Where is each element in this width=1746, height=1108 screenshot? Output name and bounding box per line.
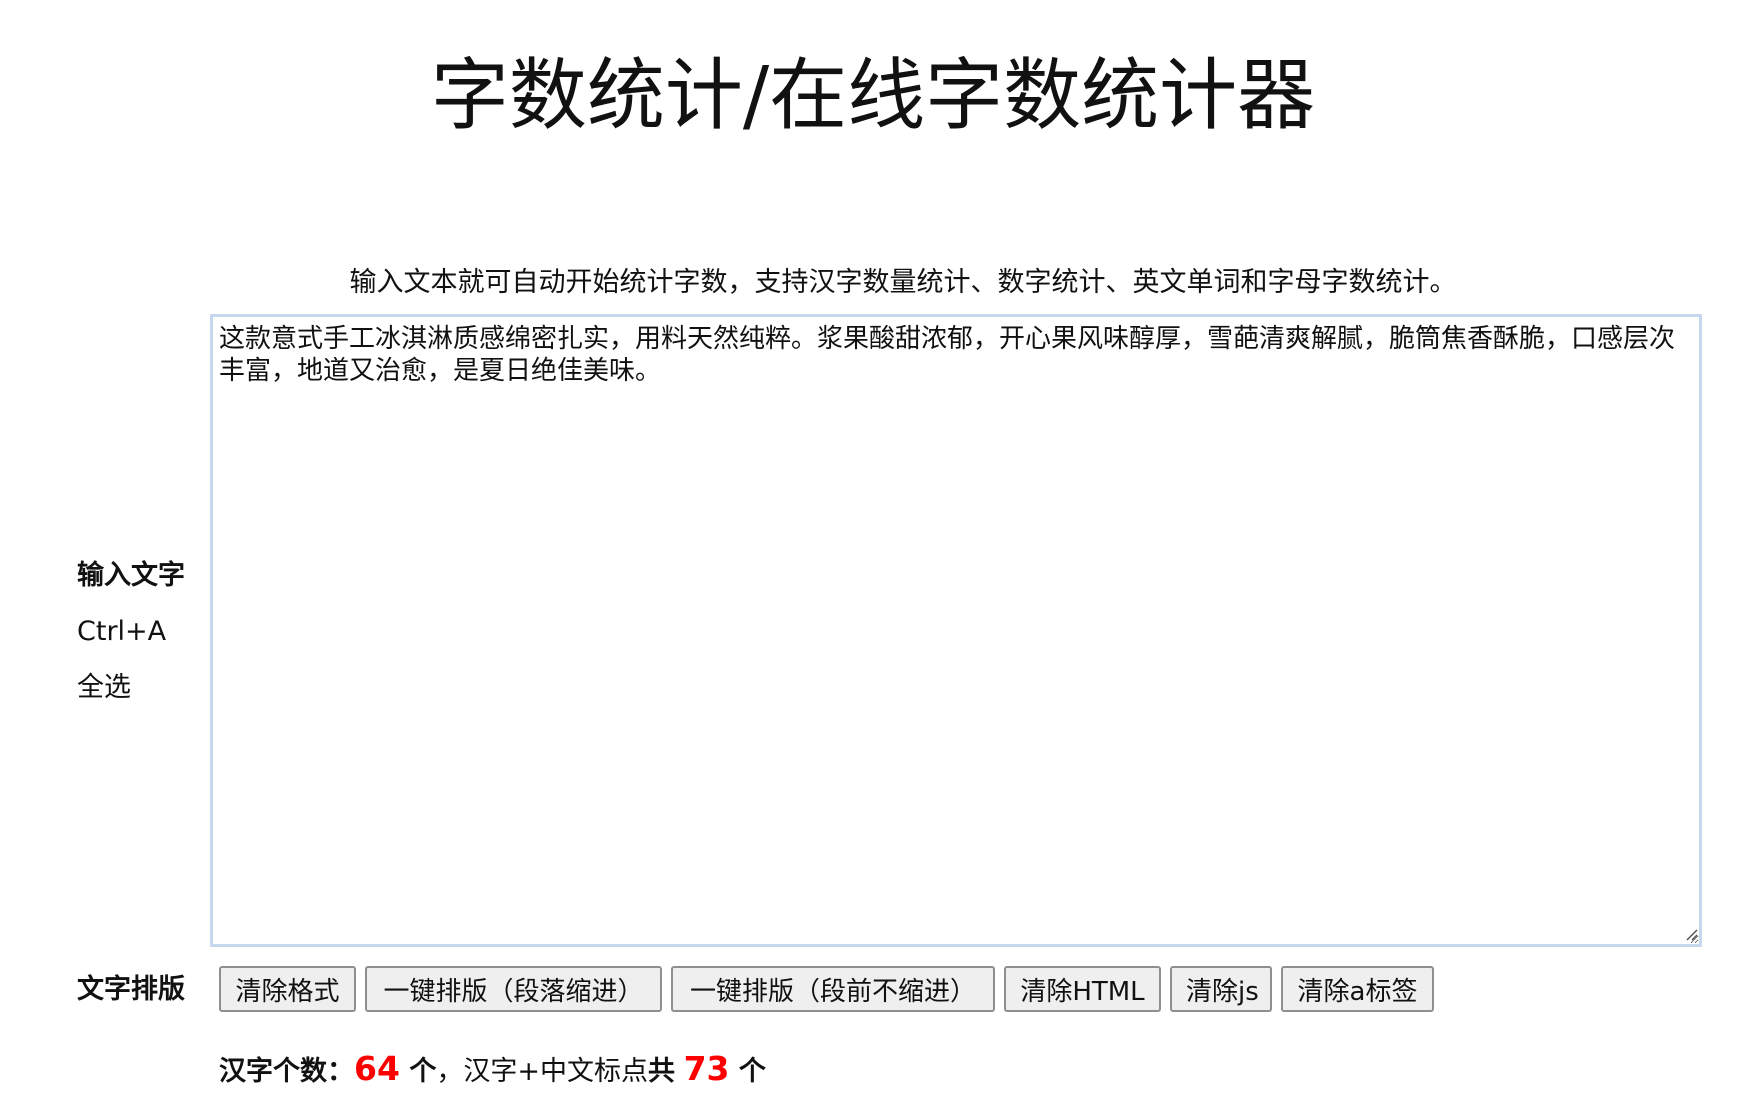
format-no-indent-button[interactable]: 一键排版（段前不缩进）	[671, 966, 995, 1012]
resize-handle-icon[interactable]	[1684, 927, 1698, 941]
clear-format-button[interactable]: 清除格式	[219, 966, 356, 1012]
total-count-label: 共	[647, 1056, 675, 1087]
hanzi-count-label: 汉字个数：	[219, 1056, 354, 1087]
total-count-unit: 个	[729, 1056, 766, 1087]
total-count-value: 73	[683, 1049, 730, 1088]
text-input-area[interactable]: 这款意式手工冰淇淋质感绵密扎实，用料天然纯粹。浆果酸甜浓郁，开心果风味醇厚，雪葩…	[210, 314, 1702, 947]
select-all-action-hint: 全选	[77, 672, 131, 703]
select-all-shortcut-hint: Ctrl+A	[77, 616, 167, 647]
hanzi-count-value: 64	[354, 1049, 400, 1088]
stats-separator: ，汉字+中文标点	[436, 1056, 648, 1087]
clear-html-button[interactable]: 清除HTML	[1004, 966, 1161, 1012]
intro-text: 输入文本就可自动开始统计字数，支持汉字数量统计、数字统计、英文单词和字母字数统计…	[349, 267, 1457, 298]
format-toolbar: 清除格式 一键排版（段落缩进） 一键排版（段前不缩进） 清除HTML 清除js …	[219, 966, 1434, 1012]
format-section-label: 文字排版	[77, 974, 185, 1005]
page-title: 字数统计/在线字数统计器	[430, 51, 1316, 141]
hanzi-count-unit: 个	[399, 1056, 437, 1087]
character-stats: 汉字个数：64 个，汉字+中文标点共 73 个	[219, 1048, 766, 1093]
clear-a-tag-button[interactable]: 清除a标签	[1281, 966, 1434, 1012]
clear-js-button[interactable]: 清除js	[1170, 966, 1272, 1012]
input-section-label: 输入文字	[77, 560, 185, 591]
format-indent-button[interactable]: 一键排版（段落缩进）	[365, 966, 662, 1012]
